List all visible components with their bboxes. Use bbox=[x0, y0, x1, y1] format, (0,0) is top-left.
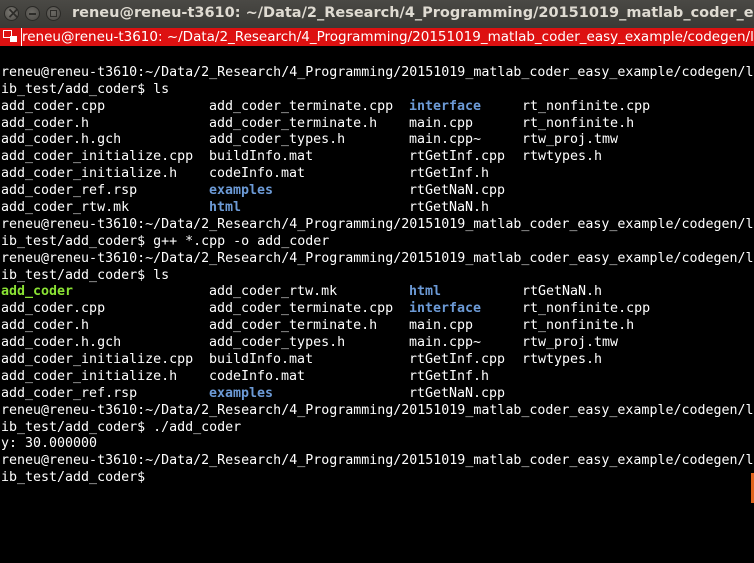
file-entry: add_coder.cpp bbox=[1, 301, 106, 317]
ls-row: add_coder_initialize.h codeInfo.mat rtGetI… bbox=[1, 369, 753, 386]
executable-entry: add_coder bbox=[1, 284, 74, 300]
prompt-line: ib_test/add_coder$ ls bbox=[1, 267, 170, 283]
file-entry: add_coder.h bbox=[1, 115, 90, 131]
close-window-button[interactable] bbox=[4, 4, 20, 22]
tab-label: reneu@reneu-t3610: ~/Data/2_Research/4_P… bbox=[22, 29, 754, 45]
ls-row: add_coder.h add_coder_terminate.h main.cpp… bbox=[1, 318, 753, 335]
file-entry: codeInfo.mat bbox=[209, 368, 306, 384]
ls-row: add_coder_initialize.cpp buildInfo.mat rtG… bbox=[1, 352, 753, 369]
directory-entry: examples bbox=[209, 183, 274, 199]
file-entry: main.cpp bbox=[409, 318, 474, 334]
prompt-line: ib_test/add_coder$ ls bbox=[1, 81, 170, 97]
file-entry: add_coder_terminate.cpp bbox=[209, 98, 394, 114]
prompt-line: ib_test/add_coder$ g++ *.cpp -o add_code… bbox=[1, 233, 330, 249]
file-entry: rtw_proj.tmw bbox=[522, 335, 619, 351]
file-entry: add_coder_initialize.h bbox=[1, 368, 178, 384]
window-titlebar[interactable]: reneu@reneu-t3610: ~/Data/2_Research/4_P… bbox=[0, 0, 754, 28]
file-entry: add_coder_initialize.cpp bbox=[1, 149, 194, 165]
file-entry: add_coder_initialize.h bbox=[1, 166, 178, 182]
prompt-line: reneu@reneu-t3610:~/Data/2_Research/4_Pr… bbox=[1, 64, 753, 80]
file-entry: add_coder_ref.rsp bbox=[1, 385, 138, 401]
directory-entry: html bbox=[209, 200, 242, 216]
window-title: reneu@reneu-t3610: ~/Data/2_Research/4_P… bbox=[72, 5, 754, 21]
prompt-line: reneu@reneu-t3610:~/Data/2_Research/4_Pr… bbox=[1, 402, 753, 418]
file-entry: rtGetInf.h bbox=[409, 166, 490, 182]
file-entry: main.cpp~ bbox=[409, 132, 482, 148]
file-entry: codeInfo.mat bbox=[209, 166, 306, 182]
file-entry: add_coder_terminate.h bbox=[209, 318, 378, 334]
prompt-line: reneu@reneu-t3610:~/Data/2_Research/4_Pr… bbox=[1, 250, 753, 266]
ls-row: add_coder.cpp add_coder_terminate.cpp inte… bbox=[1, 99, 753, 116]
ls-row: add_coder.h.gch add_coder_types.h main.cpp… bbox=[1, 335, 753, 352]
file-entry: main.cpp~ bbox=[409, 335, 482, 351]
file-entry: add_coder_types.h bbox=[209, 335, 346, 351]
file-entry: add_coder_ref.rsp bbox=[1, 183, 138, 199]
program-output: y: 30.000000 bbox=[1, 436, 98, 452]
directory-entry: interface bbox=[409, 98, 482, 114]
file-entry: buildInfo.mat bbox=[209, 352, 314, 368]
file-entry: rtGetInf.cpp bbox=[409, 149, 506, 165]
prompt-line: ib_test/add_coder$ bbox=[1, 470, 154, 486]
directory-entry: examples bbox=[209, 385, 274, 401]
ls-row: add_coder_ref.rsp examples rtGetNaN.cpp bbox=[1, 183, 753, 200]
file-entry: add_coder.h.gch bbox=[1, 335, 122, 351]
directory-entry: html bbox=[409, 284, 442, 300]
file-entry: rtGetNaN.cpp bbox=[409, 385, 506, 401]
ls-row: add_coder.h add_coder_terminate.h main.cpp… bbox=[1, 116, 753, 133]
file-entry: rt_nonfinite.cpp bbox=[522, 301, 651, 317]
file-entry: rt_nonfinite.h bbox=[522, 318, 635, 334]
file-entry: rtGetNaN.h bbox=[522, 284, 603, 300]
file-entry: rtGetInf.cpp bbox=[409, 352, 506, 368]
file-entry: rtwtypes.h bbox=[522, 352, 603, 368]
ls-row: add_coder.h.gch add_coder_types.h main.cpp… bbox=[1, 132, 753, 149]
file-entry: add_coder_types.h bbox=[209, 132, 346, 148]
file-entry: buildInfo.mat bbox=[209, 149, 314, 165]
file-entry: add_coder.h bbox=[1, 318, 90, 334]
file-entry: rt_nonfinite.cpp bbox=[522, 98, 651, 114]
terminal-output[interactable]: reneu@reneu-t3610:~/Data/2_Research/4_Pr… bbox=[1, 48, 753, 563]
file-entry: main.cpp bbox=[409, 115, 474, 131]
file-entry: rtGetInf.h bbox=[409, 368, 490, 384]
file-entry: add_coder_rtw.mk bbox=[209, 284, 338, 300]
directory-entry: interface bbox=[409, 301, 482, 317]
file-entry: rtw_proj.tmw bbox=[522, 132, 619, 148]
terminal-tab[interactable]: reneu@reneu-t3610: ~/Data/2_Research/4_P… bbox=[0, 28, 754, 46]
minimize-window-button[interactable] bbox=[25, 6, 40, 21]
terminal-tab-icon bbox=[3, 30, 19, 44]
file-entry: add_coder.cpp bbox=[1, 98, 106, 114]
file-entry: add_coder_terminate.cpp bbox=[209, 301, 394, 317]
file-entry: add_coder_terminate.h bbox=[209, 115, 378, 131]
file-entry: rtwtypes.h bbox=[522, 149, 603, 165]
maximize-window-button[interactable] bbox=[46, 6, 61, 21]
ls-row: add_coder_rtw.mk html rtGetNaN.h bbox=[1, 200, 753, 217]
file-entry: rtGetNaN.cpp bbox=[409, 183, 506, 199]
ls-row: add_coder add_coder_rtw.mk html rtGetNaN.h bbox=[1, 284, 753, 301]
ls-row: add_coder_ref.rsp examples rtGetNaN.cpp bbox=[1, 386, 753, 403]
file-entry: add_coder.h.gch bbox=[1, 132, 122, 148]
prompt-line: reneu@reneu-t3610:~/Data/2_Research/4_Pr… bbox=[1, 216, 753, 232]
prompt-line: reneu@reneu-t3610:~/Data/2_Research/4_Pr… bbox=[1, 453, 753, 469]
ls-row: add_coder_initialize.cpp buildInfo.mat rtG… bbox=[1, 149, 753, 166]
file-entry: rt_nonfinite.h bbox=[522, 115, 635, 131]
file-entry: rtGetNaN.h bbox=[409, 200, 490, 216]
file-entry: add_coder_rtw.mk bbox=[1, 200, 130, 216]
ls-row: add_coder.cpp add_coder_terminate.cpp inte… bbox=[1, 301, 753, 318]
file-entry: add_coder_initialize.cpp bbox=[1, 352, 194, 368]
ls-row: add_coder_initialize.h codeInfo.mat rtGetI… bbox=[1, 166, 753, 183]
prompt-line: ib_test/add_coder$ ./add_coder bbox=[1, 419, 242, 435]
